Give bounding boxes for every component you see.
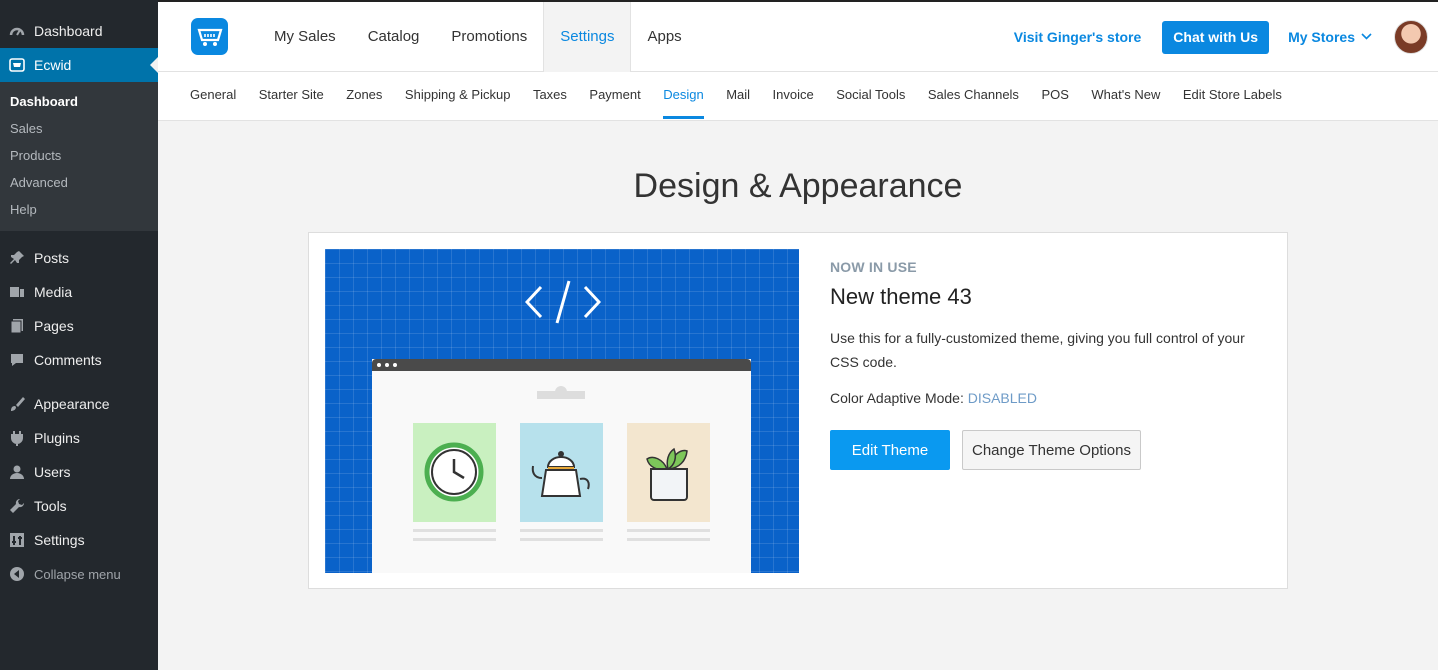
theme-info: NOW IN USE New theme 43 Use this for a f… [830, 259, 1260, 470]
subtab-social-tools[interactable]: Social Tools [836, 72, 905, 119]
subtab-payment[interactable]: Payment [589, 72, 640, 119]
collapse-arrow-icon [8, 565, 26, 583]
wp-admin-sidebar: Dashboard Ecwid Dashboard Sales Products… [0, 0, 158, 670]
tab-my-sales[interactable]: My Sales [258, 2, 352, 72]
wp-menu-tools[interactable]: Tools [0, 489, 158, 523]
subtab-shipping[interactable]: Shipping & Pickup [405, 72, 511, 119]
ecwid-sub-dashboard[interactable]: Dashboard [0, 88, 158, 115]
brush-icon [8, 395, 26, 413]
collapse-menu-button[interactable]: Collapse menu [0, 557, 158, 591]
wp-menu-settings[interactable]: Settings [0, 523, 158, 557]
my-stores-dropdown[interactable]: My Stores [1288, 29, 1372, 45]
wp-menu-dashboard[interactable]: Dashboard [0, 14, 158, 48]
media-icon [8, 283, 26, 301]
pages-icon [8, 317, 26, 335]
subtab-starter-site[interactable]: Starter Site [259, 72, 324, 119]
wp-menu-users[interactable]: Users [0, 455, 158, 489]
edit-theme-button[interactable]: Edit Theme [830, 430, 950, 470]
collapse-menu-label: Collapse menu [34, 566, 121, 582]
color-adaptive-mode: Color Adaptive Mode: DISABLED [830, 390, 1260, 406]
wp-menu-label: Media [34, 284, 73, 300]
subtab-whats-new[interactable]: What's New [1091, 72, 1160, 119]
theme-card: NOW IN USE New theme 43 Use this for a f… [308, 232, 1288, 589]
subtab-taxes[interactable]: Taxes [533, 72, 567, 119]
subtab-sales-channels[interactable]: Sales Channels [928, 72, 1019, 119]
wrench-icon [8, 497, 26, 515]
teapot-icon [520, 423, 603, 522]
subtab-mail[interactable]: Mail [726, 72, 750, 119]
ecwid-cart-icon [8, 56, 26, 74]
mode-value: DISABLED [967, 390, 1037, 406]
ecwid-sub-advanced[interactable]: Advanced [0, 169, 158, 196]
mode-label: Color Adaptive Mode: [830, 390, 964, 406]
theme-illustration [325, 249, 799, 573]
plug-icon [8, 429, 26, 447]
wp-menu-comments[interactable]: Comments [0, 343, 158, 377]
visit-store-link[interactable]: Visit Ginger's store [1014, 29, 1142, 45]
page-title: Design & Appearance [633, 167, 963, 205]
browser-mockup [372, 359, 751, 573]
chat-with-us-button[interactable]: Chat with Us [1162, 20, 1270, 54]
pin-icon [8, 249, 26, 267]
subtab-invoice[interactable]: Invoice [773, 72, 814, 119]
wp-menu-label: Ecwid [34, 57, 72, 73]
wp-menu-label: Dashboard [34, 23, 103, 39]
avatar[interactable] [1394, 20, 1428, 54]
chevron-down-icon [1361, 31, 1372, 43]
clock-icon [413, 423, 496, 522]
change-theme-options-button[interactable]: Change Theme Options [962, 430, 1141, 470]
wp-menu-plugins[interactable]: Plugins [0, 421, 158, 455]
code-brackets-icon [525, 280, 601, 324]
wp-menu-label: Settings [34, 532, 85, 548]
ecwid-submenu: Dashboard Sales Products Advanced Help [0, 82, 158, 231]
my-stores-label: My Stores [1288, 29, 1355, 45]
wp-menu-label: Plugins [34, 430, 80, 446]
tab-apps[interactable]: Apps [631, 2, 697, 72]
wp-menu-appearance[interactable]: Appearance [0, 387, 158, 421]
wp-menu-label: Appearance [34, 396, 110, 412]
ecwid-sub-products[interactable]: Products [0, 142, 158, 169]
main-nav: My Sales Catalog Promotions Settings App… [258, 2, 698, 73]
wp-menu-media[interactable]: Media [0, 275, 158, 309]
ecwid-logo-icon[interactable] [191, 18, 228, 55]
wp-menu-ecwid[interactable]: Ecwid [0, 48, 158, 82]
comment-icon [8, 351, 26, 369]
wp-menu-label: Tools [34, 498, 67, 514]
wp-menu-label: Posts [34, 250, 70, 266]
theme-actions: Edit Theme Change Theme Options [830, 430, 1260, 470]
tab-promotions[interactable]: Promotions [435, 2, 543, 72]
dashboard-icon [8, 22, 26, 40]
wp-menu-label: Users [34, 464, 71, 480]
subtab-design[interactable]: Design [663, 72, 704, 119]
ecwid-header: My Sales Catalog Promotions Settings App… [158, 0, 1438, 73]
plant-pot-icon [627, 423, 710, 522]
subtab-edit-store-labels[interactable]: Edit Store Labels [1183, 72, 1282, 119]
theme-description: Use this for a fully-customized theme, g… [830, 330, 1245, 370]
wp-menu-label: Pages [34, 318, 74, 334]
theme-name: New theme 43 [830, 284, 972, 309]
ecwid-sub-sales[interactable]: Sales [0, 115, 158, 142]
wp-menu-label: Comments [34, 352, 102, 368]
header-actions: Visit Ginger's store Chat with Us My Sto… [1014, 2, 1438, 72]
sliders-icon [8, 531, 26, 549]
subtab-zones[interactable]: Zones [346, 72, 382, 119]
tab-catalog[interactable]: Catalog [352, 2, 436, 72]
settings-subnav: General Starter Site Zones Shipping & Pi… [158, 72, 1438, 121]
subtab-general[interactable]: General [190, 72, 236, 119]
wp-menu-pages[interactable]: Pages [0, 309, 158, 343]
subtab-pos[interactable]: POS [1041, 72, 1068, 119]
wp-menu-posts[interactable]: Posts [0, 241, 158, 275]
status-badge: NOW IN USE [830, 259, 917, 275]
ecwid-sub-help[interactable]: Help [0, 196, 158, 223]
tab-settings[interactable]: Settings [543, 2, 632, 73]
user-icon [8, 463, 26, 481]
